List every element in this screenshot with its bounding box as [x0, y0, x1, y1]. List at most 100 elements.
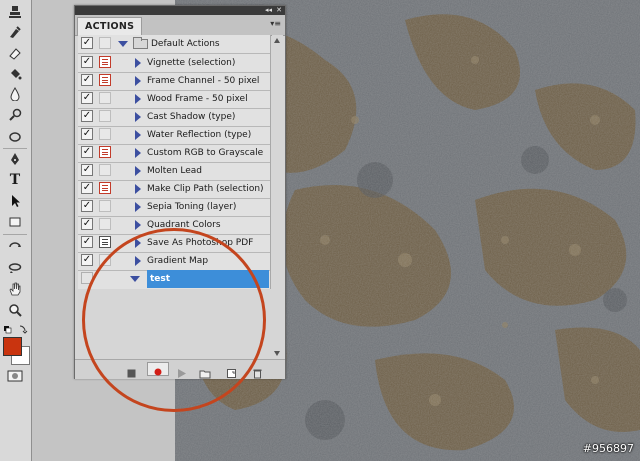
3d-rotate-tool[interactable] [5, 238, 25, 254]
action-row[interactable]: ✓ Vignette (selection) [78, 54, 270, 72]
default-colors-swap[interactable] [3, 321, 29, 337]
expand-action-icon[interactable] [135, 220, 141, 230]
action-row[interactable]: ✓ Sepia Toning (layer) [78, 198, 270, 216]
foreground-color-swatch[interactable] [3, 337, 22, 356]
toggle-dialog-icon[interactable] [99, 128, 111, 140]
hand-tool[interactable] [5, 281, 25, 297]
eraser-tool[interactable] [5, 45, 25, 61]
action-label: Cast Shadow (type) [147, 112, 236, 122]
quick-mask-icon [7, 370, 23, 382]
panel-tab-bar: ACTIONS ▾≡ [75, 15, 285, 36]
toggle-dialog-icon[interactable] [99, 182, 111, 194]
3d-rotate-icon [9, 242, 21, 248]
expand-action-icon[interactable] [135, 58, 141, 68]
toggle-dialog-icon[interactable] [99, 37, 111, 49]
action-row[interactable]: ✓ Make Clip Path (selection) [78, 180, 270, 198]
toggle-item-checkbox[interactable]: ✓ [81, 110, 93, 122]
toggle-item-checkbox[interactable]: ✓ [81, 128, 93, 140]
hand-icon [9, 282, 21, 296]
pen-icon [11, 153, 19, 165]
path-selection-tool[interactable] [5, 193, 25, 209]
collapse-panel-icon[interactable]: ◂◂ [265, 6, 272, 15]
scroll-down-icon[interactable] [274, 351, 280, 356]
blur-tool[interactable] [5, 86, 25, 102]
scroll-up-icon[interactable] [274, 38, 280, 43]
type-tool[interactable]: T [5, 172, 25, 188]
dodge-tool[interactable] [5, 107, 25, 123]
close-panel-icon[interactable]: ✕ [276, 6, 282, 15]
expand-action-icon[interactable] [135, 76, 141, 86]
expand-action-icon[interactable] [135, 94, 141, 104]
sponge-tool[interactable] [5, 128, 25, 144]
pen-tool[interactable] [5, 151, 25, 167]
toggle-dialog-icon[interactable] [99, 164, 111, 176]
expand-action-icon[interactable] [135, 148, 141, 158]
rectangle-tool[interactable] [5, 214, 25, 230]
action-row[interactable]: ✓ Frame Channel - 50 pixel [78, 72, 270, 90]
swap-colors-icon [4, 325, 28, 334]
toggle-item-checkbox[interactable]: ✓ [81, 56, 93, 68]
paint-bucket-icon [11, 69, 22, 80]
toggle-item-checkbox[interactable]: ✓ [81, 182, 93, 194]
action-row[interactable]: ✓ Wood Frame - 50 pixel [78, 90, 270, 108]
toggle-item-checkbox[interactable]: ✓ [81, 74, 93, 86]
expand-action-icon[interactable] [135, 202, 141, 212]
toggle-dialog-icon[interactable] [99, 74, 111, 86]
watermark: #956897 [582, 442, 634, 455]
clone-stamp-icon [9, 6, 21, 18]
zoom-tool[interactable] [5, 302, 25, 318]
dodge-icon [9, 108, 22, 121]
path-selection-icon [12, 195, 20, 207]
panel-title-bar[interactable]: ◂◂ ✕ [75, 6, 285, 15]
toggle-item-checkbox[interactable]: ✓ [81, 164, 93, 176]
zoom-icon [9, 304, 22, 317]
action-label: Vignette (selection) [147, 58, 236, 68]
toggle-item-checkbox[interactable]: ✓ [81, 92, 93, 104]
action-row[interactable]: ✓ Water Reflection (type) [78, 126, 270, 144]
panel-menu-icon[interactable]: ▾≡ [270, 19, 281, 29]
toggle-item-checkbox[interactable]: ✓ [81, 236, 93, 248]
toggle-item-checkbox[interactable]: ✓ [81, 146, 93, 158]
action-set-label: Default Actions [151, 39, 220, 49]
toggle-dialog-icon[interactable] [99, 146, 111, 158]
action-set-row[interactable]: ✓ Default Actions [78, 35, 270, 53]
clone-stamp-tool[interactable] [5, 4, 25, 20]
toggle-item-checkbox[interactable]: ✓ [81, 200, 93, 212]
rectangle-icon [9, 217, 21, 227]
history-brush-tool[interactable] [5, 24, 25, 40]
expand-set-icon[interactable] [118, 41, 128, 47]
toggle-item-checkbox[interactable]: ✓ [81, 37, 93, 49]
action-label: Water Reflection (type) [147, 130, 252, 140]
quick-mask-tool[interactable] [5, 368, 25, 384]
toggle-dialog-icon[interactable] [99, 56, 111, 68]
3d-orbit-icon [8, 263, 22, 273]
paint-bucket-tool[interactable] [5, 66, 25, 82]
actions-scrollbar[interactable] [272, 35, 283, 361]
action-row[interactable]: ✓ Molten Lead [78, 162, 270, 180]
action-label: Make Clip Path (selection) [147, 184, 264, 194]
expand-action-icon[interactable] [135, 166, 141, 176]
toggle-dialog-icon[interactable] [99, 200, 111, 212]
trash-icon [253, 369, 262, 379]
toggle-dialog-icon[interactable] [99, 110, 111, 122]
expand-action-icon[interactable] [135, 112, 141, 122]
tab-actions[interactable]: ACTIONS [77, 17, 143, 35]
expand-action-icon[interactable] [135, 130, 141, 140]
action-label: Sepia Toning (layer) [147, 202, 237, 212]
action-row[interactable]: ✓ Cast Shadow (type) [78, 108, 270, 126]
blur-icon [10, 87, 20, 101]
action-label: Custom RGB to Grayscale [147, 148, 264, 158]
toggle-dialog-icon[interactable] [99, 92, 111, 104]
action-row[interactable]: ✓ Custom RGB to Grayscale [78, 144, 270, 162]
folder-icon [133, 37, 148, 49]
action-label: Frame Channel - 50 pixel [147, 76, 260, 86]
action-label: Molten Lead [147, 166, 203, 176]
toggle-item-checkbox[interactable]: ✓ [81, 218, 93, 230]
toggle-item-checkbox[interactable]: ✓ [81, 254, 93, 266]
toggle-dialog-icon[interactable] [99, 218, 111, 230]
eraser-icon [9, 48, 21, 60]
toggle-dialog-icon[interactable] [99, 236, 111, 248]
3d-orbit-tool[interactable] [5, 259, 25, 275]
expand-action-icon[interactable] [135, 184, 141, 194]
sponge-icon [9, 132, 21, 142]
